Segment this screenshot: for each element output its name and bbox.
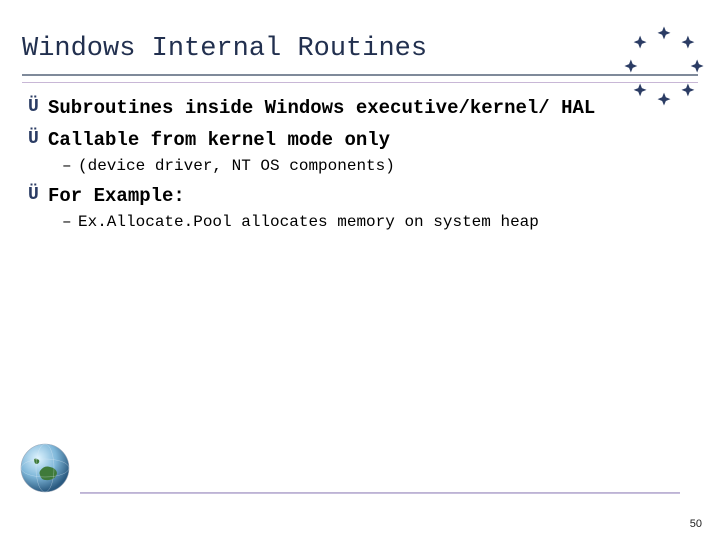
bullet-text: Subroutines inside Windows executive/ker… [48, 97, 595, 119]
arrow-icon: Ü [28, 185, 48, 207]
arrow-icon: Ü [28, 97, 48, 119]
title-underline [22, 74, 698, 76]
slide: Windows Internal Routines Ü Subroutines … [0, 0, 720, 540]
dash-icon: – [62, 157, 78, 175]
bullet-level2: – Ex.Allocate.Pool allocates memory on s… [62, 213, 668, 231]
page-number: 50 [690, 518, 702, 530]
bullet-text: Ex.Allocate.Pool allocates memory on sys… [78, 213, 539, 231]
bullet-level1: Ü For Example: [28, 185, 668, 207]
bullet-level2: – (device driver, NT OS components) [62, 157, 668, 175]
dash-icon: – [62, 213, 78, 231]
bullet-text: Callable from kernel mode only [48, 129, 390, 151]
title-underline-accent [22, 82, 698, 83]
arrow-icon: Ü [28, 129, 48, 151]
bullet-level1: Ü Subroutines inside Windows executive/k… [28, 97, 668, 119]
bullet-text: For Example: [48, 185, 185, 207]
bullet-level1: Ü Callable from kernel mode only [28, 129, 668, 151]
slide-content: Ü Subroutines inside Windows executive/k… [22, 97, 698, 231]
footer-rule [80, 492, 680, 494]
bullet-text: (device driver, NT OS components) [78, 157, 395, 175]
globe-icon [18, 441, 72, 500]
slide-title: Windows Internal Routines [22, 34, 698, 74]
